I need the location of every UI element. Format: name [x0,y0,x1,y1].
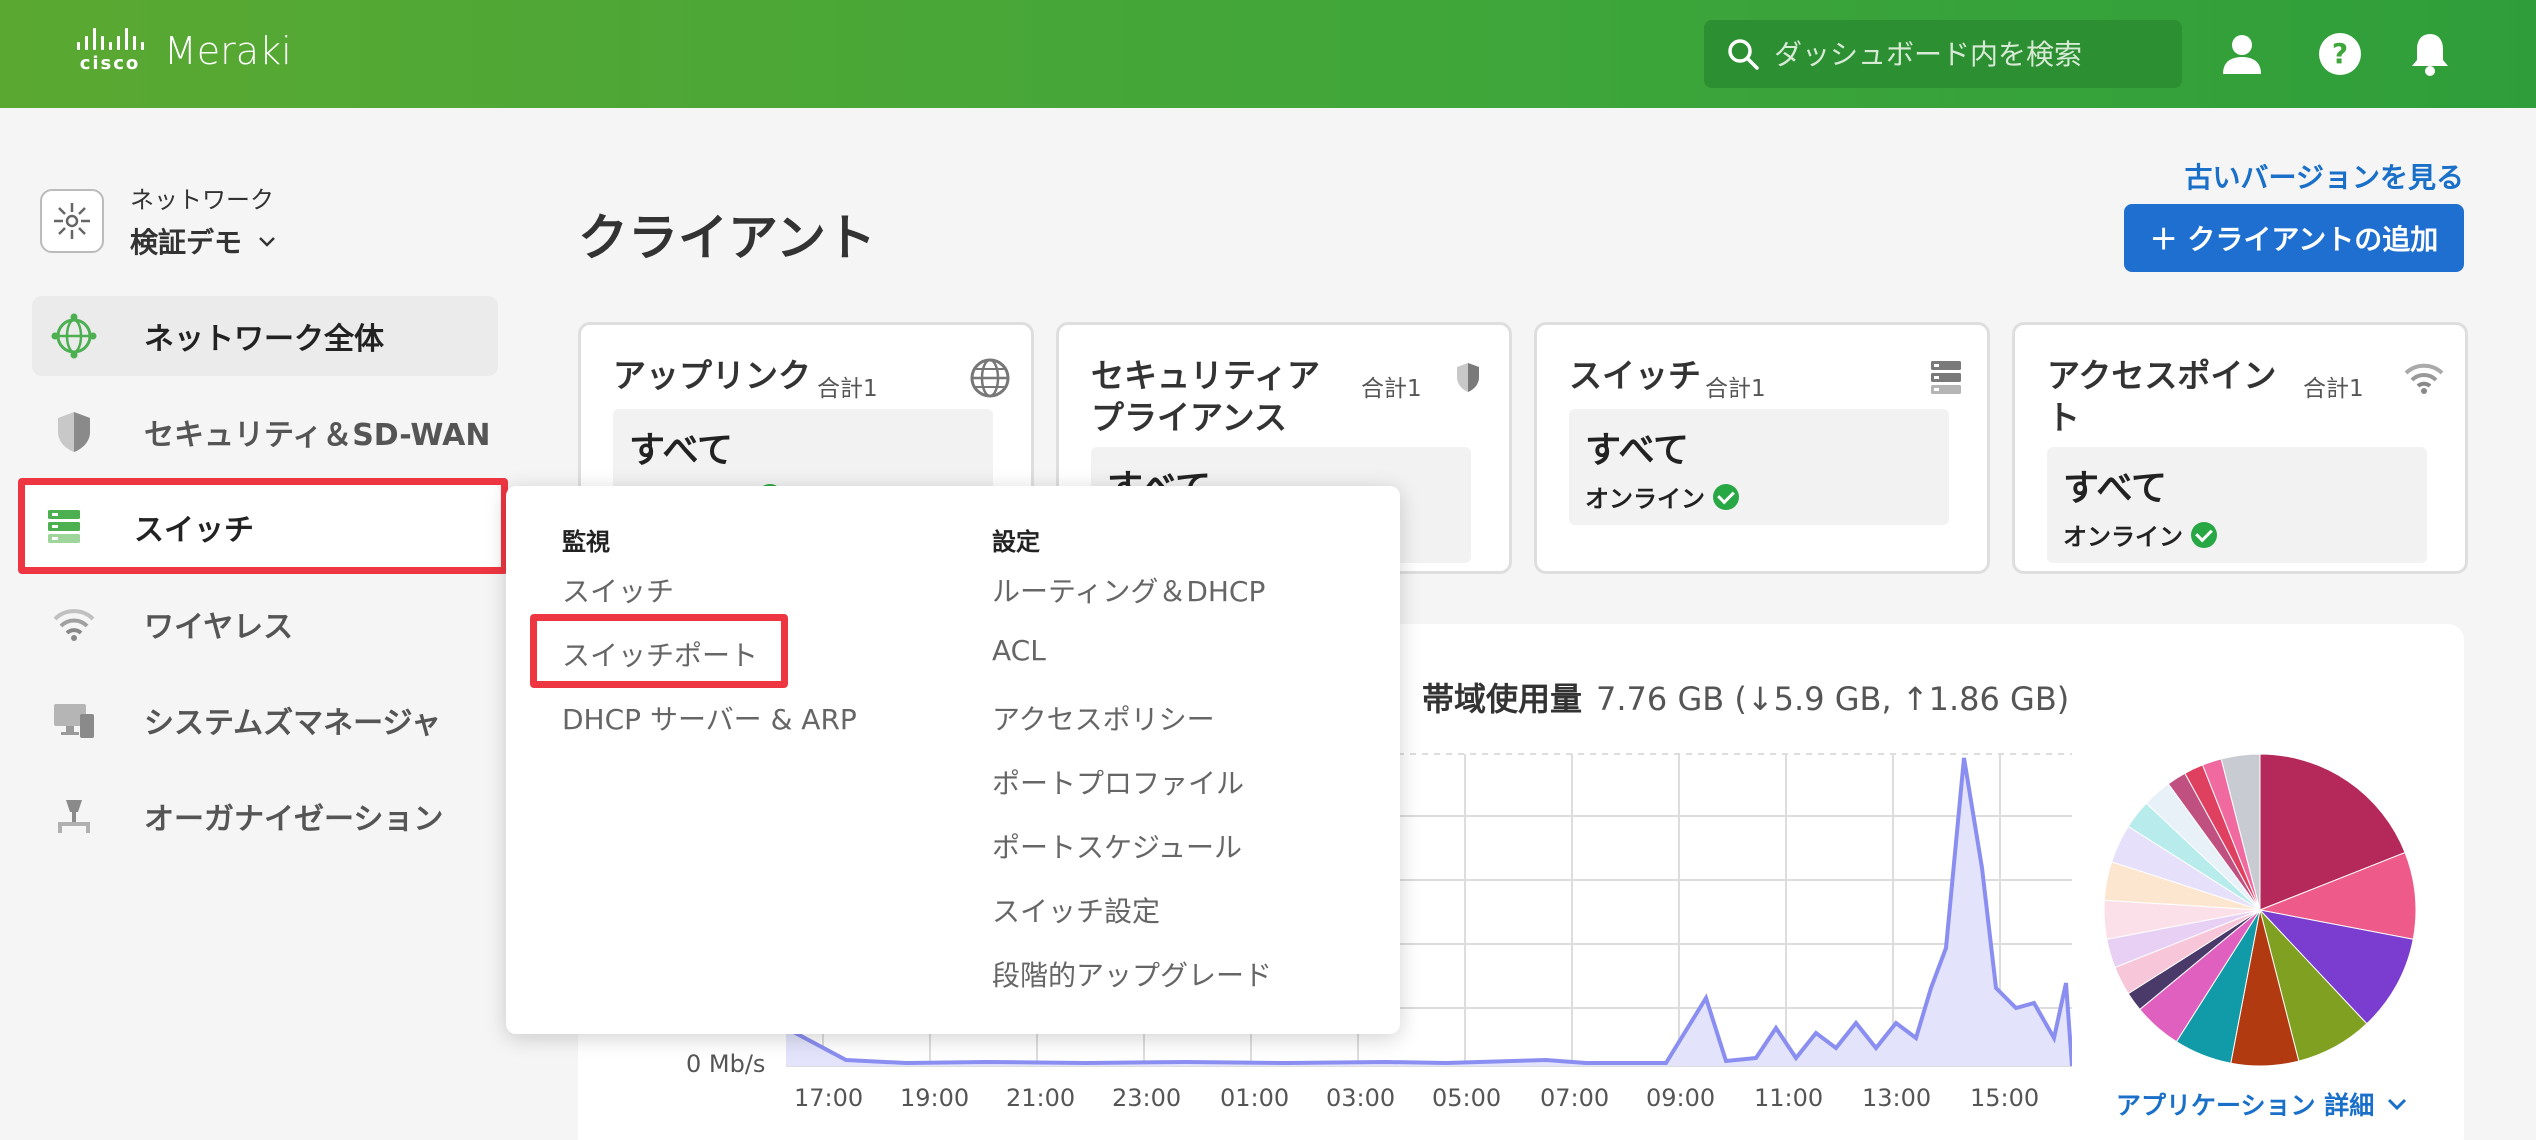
network-selector[interactable]: ネットワーク 検証デモ [40,180,280,261]
x-axis-label: 21:00 [1006,1084,1076,1112]
x-axis-label: 13:00 [1862,1084,1932,1112]
card-title: アップリンク [613,356,811,395]
status-online-label: オンライン [2063,523,2183,551]
user-icon[interactable] [2218,30,2266,78]
online-check-icon [2191,521,2217,548]
online-check-icon [1713,483,1739,510]
application-details-label: アプリケーション 詳細 [2116,1091,2375,1120]
highlight-box-switch-ports [530,614,788,688]
cisco-meraki-logo[interactable]: cisco Meraki [70,28,292,74]
switch-submenu: 監視 設定 スイッチ スイッチポート DHCP サーバー & ARP ルーティン… [506,486,1400,1034]
card-total: 合計1 [1361,376,1422,402]
x-axis-label: 15:00 [1970,1084,2040,1112]
page-title: クライアント [578,209,876,267]
x-axis-label: 07:00 [1540,1084,1610,1112]
notification-bell-icon[interactable] [2406,30,2454,78]
card-title: アクセスポイント [2047,356,2277,437]
bandwidth-summary: 7.76 GB (↓5.9 GB, ↑1.86 GB) [1596,680,2070,718]
card-total: 合計1 [1705,376,1766,402]
x-axis-label: 11:00 [1754,1084,1824,1112]
chevron-down-icon [2388,1098,2407,1111]
status-label: すべて [629,430,734,471]
wifi-icon [53,609,95,641]
sidebar-item-label: ネットワーク全体 [144,322,384,357]
bandwidth-title: 帯域使用量 7.76 GB (↓5.9 GB, ↑1.86 GB) [1422,674,2069,720]
menu-item-routing-dhcp[interactable]: ルーティング＆DHCP [992,570,1265,610]
x-axis-label: 05:00 [1432,1084,1502,1112]
card-switch[interactable]: スイッチ 合計1 すべて オンライン [1534,322,1990,574]
search-icon [1728,39,1759,70]
sidebar-item-security-sdwan[interactable]: セキュリティ＆SD-WAN [32,392,498,472]
x-axis-label: 23:00 [1112,1084,1182,1112]
sidebar-item-wireless[interactable]: ワイヤレス [32,584,498,664]
menu-heading-monitor: 監視 [562,528,610,556]
sidebar-item-network-wide[interactable]: ネットワーク全体 [32,296,498,376]
sidebar-item-label: オーガナイゼーション [144,802,444,837]
old-version-link[interactable]: 古いバージョンを見る [2185,156,2464,196]
x-axis-label: 01:00 [1220,1084,1290,1112]
shield-icon [58,412,90,452]
top-bar: cisco Meraki ? [0,0,2536,108]
y-axis-label-zero: 0 Mb/s [686,1050,766,1078]
logo-cisco-text: cisco [79,53,141,74]
add-client-button[interactable]: ＋ クライアントの追加 [2124,204,2464,272]
status-label: すべて [1585,430,1690,471]
menu-item-switches[interactable]: スイッチ [562,570,674,610]
card-status-box: すべて オンライン [2047,447,2427,563]
sidebar-item-label: ワイヤレス [144,610,294,645]
sidebar-item-label: システムズマネージャ [144,706,441,741]
bandwidth-title-label: 帯域使用量 [1422,680,1583,718]
menu-item-staged-upgrade[interactable]: 段階的アップグレード [992,954,1272,994]
card-status-box: すべて オンライン [1569,409,1949,525]
application-pie-chart[interactable] [2100,750,2420,1070]
shield-icon [1457,363,1479,392]
x-axis-label: 17:00 [794,1084,864,1112]
x-axis-label: 03:00 [1326,1084,1396,1112]
menu-item-dhcp-arp[interactable]: DHCP サーバー & ARP [562,698,857,738]
help-icon[interactable]: ? [2316,30,2364,78]
menu-item-port-schedule[interactable]: ポートスケジュール [992,826,1242,866]
card-access-point[interactable]: アクセスポイント 合計1 すべて オンライン [2012,322,2468,574]
wifi-icon [2404,363,2444,394]
switch-stack-icon [1931,361,1961,394]
network-name: 検証デモ [130,226,243,259]
search-box[interactable] [1704,20,2182,88]
x-axis-label: 19:00 [900,1084,970,1112]
menu-item-switch-settings[interactable]: スイッチ設定 [992,890,1160,930]
svg-text:?: ? [2332,37,2348,70]
status-online-label: オンライン [1585,485,1705,513]
sidebar-item-systems-manager[interactable]: システムズマネージャ [32,680,498,760]
devices-icon [54,704,94,738]
x-axis-label: 09:00 [1646,1084,1716,1112]
card-total: 合計1 [817,376,878,402]
network-hub-icon [40,188,104,253]
card-title: スイッチ [1569,356,1701,395]
globe-icon [970,358,1010,398]
logo-meraki-text: Meraki [164,29,292,73]
organization-icon [58,800,90,833]
status-label: すべて [2063,468,2168,509]
card-title: セキュリティアプライアンス [1091,356,1321,437]
cisco-logo-icon [76,28,144,50]
sidebar-item-label: セキュリティ＆SD-WAN [144,418,491,453]
menu-item-acl[interactable]: ACL [992,634,1046,667]
search-input[interactable] [1774,37,2174,71]
menu-item-port-profile[interactable]: ポートプロファイル [992,762,1244,802]
highlight-box-switch [18,478,508,574]
network-label: ネットワーク [130,186,274,214]
chevron-down-icon [259,237,275,247]
card-total: 合計1 [2303,376,2364,402]
network-globe-icon [51,313,97,359]
sidebar-item-organization[interactable]: オーガナイゼーション [32,776,498,856]
application-details-link[interactable]: アプリケーション 詳細 [2116,1086,2410,1122]
menu-heading-settings: 設定 [992,528,1040,556]
menu-item-access-policy[interactable]: アクセスポリシー [992,698,1215,738]
